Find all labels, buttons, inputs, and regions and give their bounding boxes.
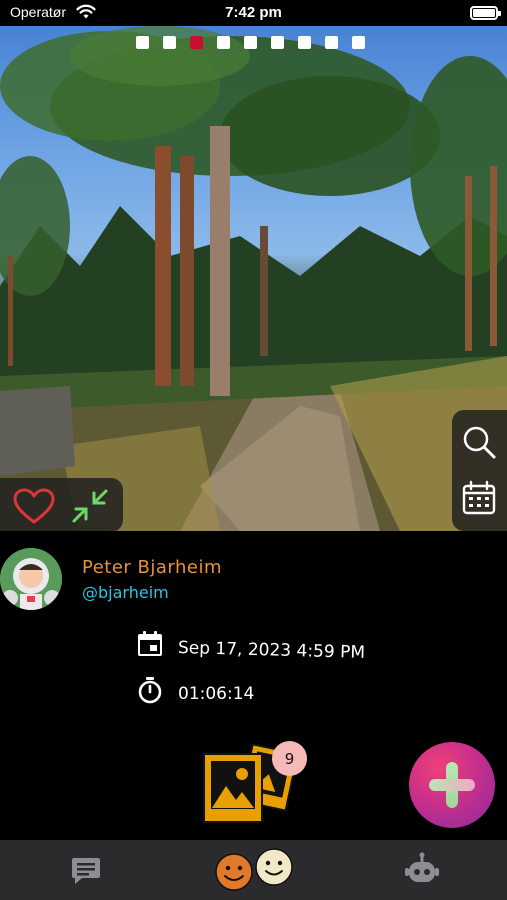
photo-actions-left bbox=[0, 478, 123, 531]
activity-photo[interactable] bbox=[0, 26, 507, 531]
page-dot[interactable] bbox=[244, 36, 257, 49]
forest-path-image bbox=[0, 26, 507, 531]
search-icon[interactable] bbox=[461, 424, 497, 460]
calendar-event-icon bbox=[138, 631, 162, 656]
page-dot-active[interactable] bbox=[190, 36, 203, 49]
page-dot[interactable] bbox=[352, 36, 365, 49]
stopwatch-icon bbox=[138, 677, 162, 704]
robot-icon bbox=[405, 852, 439, 882]
user-handle[interactable]: @bjarheim bbox=[82, 583, 169, 602]
activity-datetime: Sep 17, 2023 4:59 PM bbox=[177, 638, 366, 663]
status-bar: Operatør 7:42 pm bbox=[0, 0, 507, 26]
tab-chat[interactable] bbox=[66, 840, 106, 900]
chat-icon bbox=[72, 858, 100, 884]
add-button[interactable] bbox=[409, 742, 495, 828]
tab-faces[interactable] bbox=[210, 840, 300, 900]
clock: 7:42 pm bbox=[225, 4, 282, 21]
page-dot[interactable] bbox=[163, 36, 176, 49]
calendar-icon[interactable] bbox=[461, 480, 497, 516]
avatar[interactable] bbox=[0, 548, 62, 610]
smiley-faces-icon bbox=[215, 848, 293, 891]
page-dot[interactable] bbox=[136, 36, 149, 49]
tab-bar bbox=[0, 840, 507, 900]
page-dot[interactable] bbox=[271, 36, 284, 49]
user-name[interactable]: Peter Bjarheim bbox=[82, 557, 222, 578]
page-dot[interactable] bbox=[325, 36, 338, 49]
page-dot[interactable] bbox=[217, 36, 230, 49]
battery-icon bbox=[470, 6, 501, 20]
shrink-arrows-icon[interactable] bbox=[70, 488, 110, 524]
heart-icon[interactable] bbox=[12, 487, 56, 525]
photo-page-indicator bbox=[136, 36, 365, 50]
astronaut-avatar-icon bbox=[0, 548, 62, 610]
activity-duration: 01:06:14 bbox=[178, 684, 255, 704]
tab-robot[interactable] bbox=[402, 840, 442, 900]
gallery-count-badge: 9 bbox=[272, 741, 307, 776]
photo-actions-right bbox=[452, 410, 507, 531]
page-dot[interactable] bbox=[298, 36, 311, 49]
